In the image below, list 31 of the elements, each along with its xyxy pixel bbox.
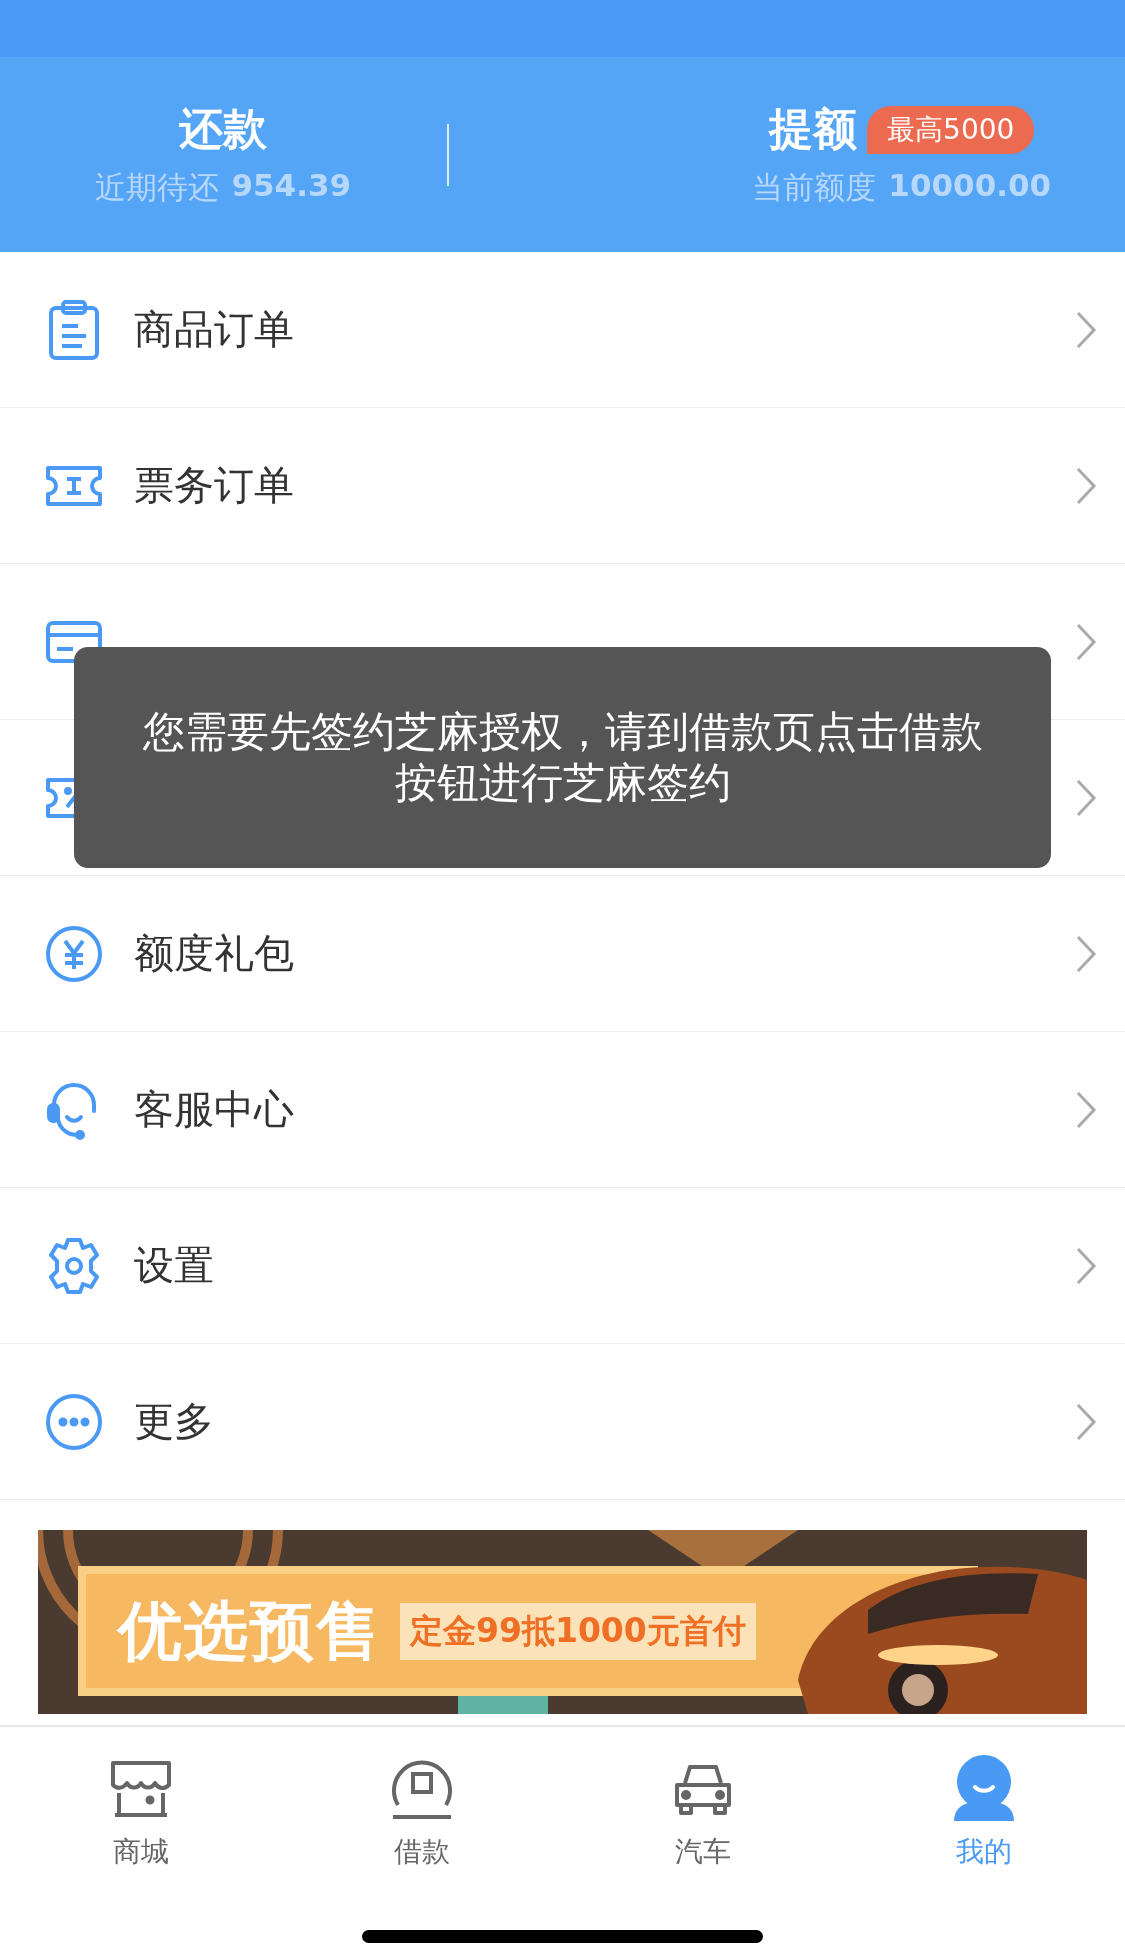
subtitle-label: 当前额度	[752, 168, 877, 207]
tab[interactable]: 借款	[281, 1751, 563, 1871]
coupon-icon	[45, 776, 74, 819]
chevron-icon	[1075, 465, 1097, 506]
chevron-icon	[1075, 1245, 1097, 1286]
subtitle-label: 近期待还	[95, 168, 220, 207]
banner-title: 优选预售	[118, 1592, 382, 1670]
chevron-icon	[1075, 777, 1097, 818]
more-icon	[44, 1391, 104, 1452]
amount-value: 954.39	[231, 167, 352, 205]
tab[interactable]: 汽车	[562, 1751, 844, 1871]
chevron-icon	[1075, 309, 1097, 350]
chevron-icon	[1075, 1089, 1097, 1130]
chevron-icon	[1075, 621, 1097, 662]
tab[interactable]: 我的	[843, 1751, 1125, 1871]
menu-label: 商品订单	[134, 305, 295, 354]
signing-toast: 您需要先签约芝麻授权，请到借款页点击借款按钮进行芝麻签约	[74, 647, 1051, 868]
menu-label: 设置	[134, 1241, 215, 1290]
menu-label: 更多	[134, 1397, 215, 1446]
amount-value: 10000.00	[888, 167, 1052, 205]
clipboard-icon	[46, 298, 102, 361]
menu-label: 票务订单	[134, 461, 295, 510]
chevron-icon	[1075, 1401, 1097, 1442]
limit-badge: 最高5000	[867, 105, 1035, 154]
tab[interactable]: 商城	[0, 1751, 282, 1871]
menu-label: 客服中心	[134, 1085, 295, 1134]
menu-label: 额度礼包	[134, 929, 295, 978]
banner-tagline: 定金99抵1000元首付	[400, 1602, 756, 1660]
ticket-icon	[45, 464, 103, 507]
yen-icon	[44, 923, 104, 984]
chevron-icon	[1075, 933, 1097, 974]
